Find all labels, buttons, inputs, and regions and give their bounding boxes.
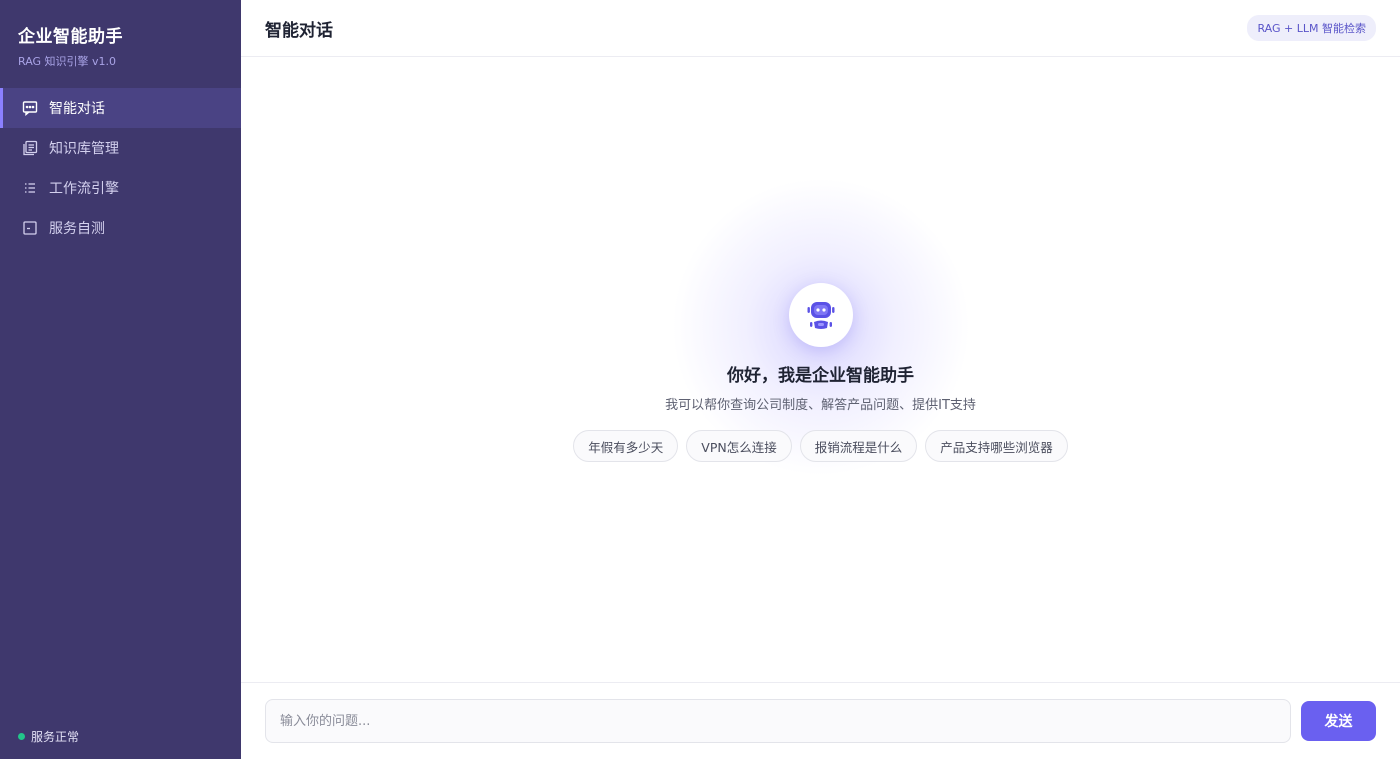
brand: 企业智能助手 RAG 知识引擎 v1.0 xyxy=(0,0,241,88)
brand-subtitle: RAG 知识引擎 v1.0 xyxy=(18,55,117,68)
page-title: 智能对话 xyxy=(265,20,333,41)
robot-avatar xyxy=(788,283,853,347)
sidebar-item-chat[interactable]: 智能对话 xyxy=(0,88,241,128)
header: 智能对话 RAG + LLM 智能检索 xyxy=(241,0,1400,57)
sidebar-item-workflow[interactable]: 工作流引擎 xyxy=(0,168,241,208)
robot-icon xyxy=(807,302,834,329)
suggestion-chip[interactable]: 产品支持哪些浏览器 xyxy=(925,430,1068,462)
status-text: 服务正常 xyxy=(31,730,80,744)
brand-title: 企业智能助手 xyxy=(18,27,123,47)
suggestion-chip[interactable]: 报销流程是什么 xyxy=(799,430,918,462)
input-bar: 发送 xyxy=(241,682,1400,759)
app: 企业智能助手 RAG 知识引擎 v1.0 智能对话 知识库管理 工作流引擎 服务… xyxy=(0,0,1400,759)
chat-area: 你好，我是企业智能助手 我可以帮你查询公司制度、解答产品问题、提供IT支持 年假… xyxy=(241,57,1400,682)
sidebar-item-label: 服务自测 xyxy=(49,221,105,237)
sidebar-item-knowledge-base[interactable]: 知识库管理 xyxy=(0,128,241,168)
sidebar-nav: 智能对话 知识库管理 工作流引擎 服务自测 xyxy=(0,88,241,248)
welcome-panel: 你好，我是企业智能助手 我可以帮你查询公司制度、解答产品问题、提供IT支持 年假… xyxy=(241,283,1400,462)
suggestion-chip[interactable]: 年假有多少天 xyxy=(573,430,679,462)
welcome-title: 你好，我是企业智能助手 xyxy=(727,366,914,386)
sidebar-item-label: 知识库管理 xyxy=(49,141,119,157)
sidebar-item-label: 智能对话 xyxy=(49,101,105,117)
send-button[interactable]: 发送 xyxy=(1301,701,1376,741)
service-status: 服务正常 xyxy=(18,728,79,745)
library-icon xyxy=(22,140,38,156)
status-dot-icon xyxy=(18,733,25,740)
main-panel: 智能对话 RAG + LLM 智能检索 你好，我是企业智能助手 我可以帮你查询公… xyxy=(241,0,1400,759)
welcome-subtitle: 我可以帮你查询公司制度、解答产品问题、提供IT支持 xyxy=(665,398,976,413)
mode-badge: RAG + LLM 智能检索 xyxy=(1247,15,1376,41)
sidebar-item-label: 工作流引擎 xyxy=(49,181,119,197)
question-input[interactable] xyxy=(265,699,1291,743)
suggestion-list: 年假有多少天 VPN怎么连接 报销流程是什么 产品支持哪些浏览器 xyxy=(573,430,1068,462)
terminal-icon xyxy=(22,220,38,236)
list-icon xyxy=(22,180,38,196)
sidebar-item-self-test[interactable]: 服务自测 xyxy=(0,208,241,248)
suggestion-chip[interactable]: VPN怎么连接 xyxy=(686,430,792,462)
sidebar: 企业智能助手 RAG 知识引擎 v1.0 智能对话 知识库管理 工作流引擎 服务… xyxy=(0,0,241,759)
chat-icon xyxy=(22,100,38,116)
